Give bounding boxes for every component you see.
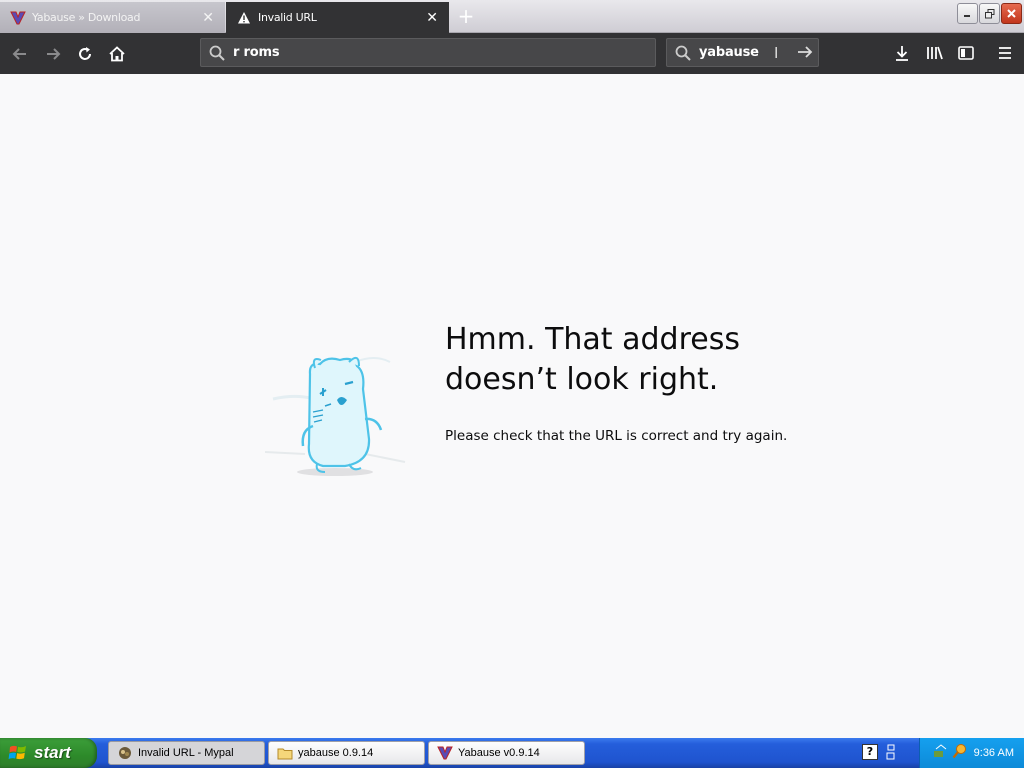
window-controls (957, 3, 1022, 24)
back-arrow-icon (12, 48, 26, 60)
tab-yabause-download[interactable]: Yabause » Download ✕ (0, 2, 225, 33)
system-tray: 9:36 AM (919, 738, 1024, 768)
forward-button[interactable] (40, 41, 66, 67)
taskbar-item-yabause-folder[interactable]: yabause 0.9.14 (268, 741, 425, 765)
home-button[interactable] (104, 41, 130, 67)
taskbar-item-label: Yabause v0.9.14 (458, 747, 540, 759)
reload-button[interactable] (72, 41, 98, 67)
sidebar-button[interactable] (954, 41, 978, 65)
error-description: Please check that the URL is correct and… (445, 428, 788, 444)
search-tray-icon[interactable] (952, 743, 968, 763)
tab-invalid-url[interactable]: Invalid URL ✕ (226, 2, 449, 33)
windows-taskbar: start Invalid URL - Mypal yabause 0.9.14… (0, 738, 1024, 768)
restore-taskbar-icon[interactable] (886, 744, 896, 764)
hamburger-menu-icon (999, 47, 1011, 59)
yabause-app-icon (437, 745, 453, 761)
start-button[interactable]: start (0, 738, 97, 768)
warning-icon (236, 10, 252, 26)
taskbar-item-label: Invalid URL - Mypal (138, 747, 234, 759)
sidebar-icon (958, 46, 974, 60)
tab-strip: Yabause » Download ✕ Invalid URL ✕ + (0, 0, 1024, 33)
url-bar[interactable]: r roms (200, 38, 656, 67)
taskbar-item-invalid-url[interactable]: Invalid URL - Mypal (108, 741, 265, 765)
yabause-favicon-icon (10, 10, 26, 26)
network-tray-icon[interactable] (933, 743, 949, 763)
arrow-right-icon (798, 46, 813, 58)
tab-title: Invalid URL (258, 11, 317, 24)
close-tab-icon[interactable]: ✕ (425, 11, 439, 25)
restore-button[interactable] (979, 3, 1000, 24)
error-title-line2: doesn’t look right. (445, 362, 719, 397)
navigation-toolbar: r roms yabause I (0, 33, 1024, 74)
url-text: r roms (233, 45, 280, 60)
search-text: yabause (699, 45, 759, 60)
folder-icon (277, 745, 293, 761)
downloads-button[interactable] (890, 41, 914, 65)
library-button[interactable] (922, 41, 946, 65)
download-icon (896, 46, 908, 61)
close-window-button[interactable] (1001, 3, 1022, 24)
start-label: start (34, 743, 71, 762)
search-icon (675, 45, 691, 61)
windows-logo-icon (8, 745, 26, 760)
mypal-app-icon (117, 745, 133, 761)
minimize-button[interactable] (957, 3, 978, 24)
taskbar-item-label: yabause 0.9.14 (298, 747, 374, 759)
confused-hamster-illustration (264, 344, 410, 484)
library-icon (927, 46, 943, 60)
search-icon (209, 45, 225, 61)
text-cursor-icon: I (774, 44, 779, 62)
tab-title: Yabause » Download (32, 11, 141, 24)
close-tab-icon[interactable]: ✕ (201, 11, 215, 25)
forward-arrow-icon (47, 48, 61, 60)
menu-button[interactable] (993, 41, 1017, 65)
back-button[interactable] (7, 41, 33, 67)
error-page: Hmm. That address doesn’t look right. Pl… (0, 74, 1024, 738)
clock[interactable]: 9:36 AM (974, 747, 1014, 759)
error-title: Hmm. That address doesn’t look right. (445, 320, 865, 400)
taskbar-item-yabause-app[interactable]: Yabause v0.9.14 (428, 741, 585, 765)
new-tab-button[interactable]: + (455, 5, 477, 27)
reload-icon (79, 47, 91, 60)
search-go-button[interactable] (796, 43, 814, 65)
home-icon (109, 46, 125, 62)
help-icon[interactable]: ? (862, 744, 878, 760)
search-bar[interactable]: yabause I (666, 38, 819, 67)
error-title-line1: Hmm. That address (445, 322, 740, 357)
